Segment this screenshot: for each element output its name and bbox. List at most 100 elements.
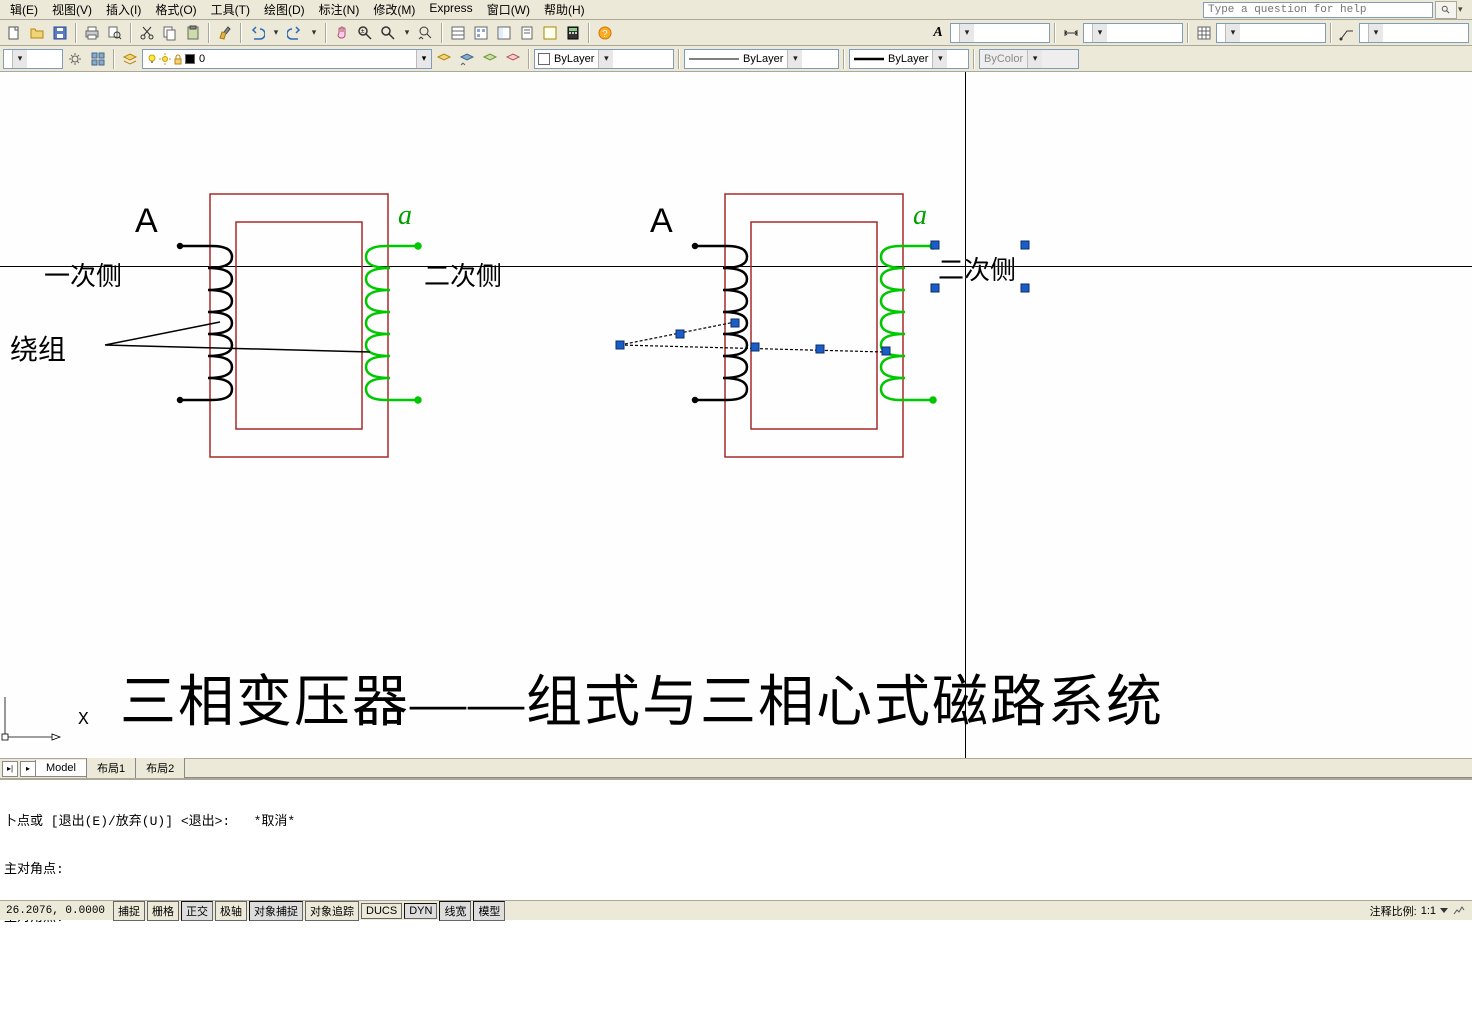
calculator-button[interactable] bbox=[562, 22, 584, 44]
markup-icon bbox=[542, 25, 558, 41]
dropdown-arrow-icon: ▾ bbox=[598, 50, 613, 68]
zoom-previous-button[interactable] bbox=[415, 22, 437, 44]
selection-grip[interactable] bbox=[816, 345, 825, 354]
redo-button[interactable] bbox=[284, 22, 306, 44]
search-dropdown-icon[interactable]: ▾ bbox=[1458, 4, 1470, 15]
text-style-combo[interactable]: ▾ bbox=[950, 23, 1050, 43]
undo-dropdown[interactable]: ▾ bbox=[269, 22, 283, 44]
layer-iso-button[interactable] bbox=[479, 48, 501, 70]
layer-states-button[interactable] bbox=[433, 48, 455, 70]
tab-layout1[interactable]: 布局1 bbox=[86, 758, 136, 779]
selection-grip[interactable] bbox=[931, 241, 940, 250]
cut-button[interactable] bbox=[136, 22, 158, 44]
toggle-dyn[interactable]: DYN bbox=[404, 903, 437, 919]
toolbar-separator bbox=[441, 23, 443, 43]
toggle-ducs[interactable]: DUCS bbox=[361, 903, 402, 919]
layer-previous-button[interactable] bbox=[456, 48, 478, 70]
workspace-combo[interactable]: ▾ bbox=[3, 49, 63, 69]
menu-format[interactable]: 格式(O) bbox=[149, 0, 202, 20]
selection-grip[interactable] bbox=[931, 284, 940, 293]
tool-palettes-button[interactable] bbox=[493, 22, 515, 44]
zoom-window-button[interactable] bbox=[377, 22, 399, 44]
toggle-ortho[interactable]: 正交 bbox=[181, 901, 213, 921]
menu-tools[interactable]: 工具(T) bbox=[205, 0, 256, 20]
tab-nav-first[interactable]: ▸| bbox=[2, 761, 18, 777]
ucs-icon bbox=[0, 692, 90, 742]
menu-edit[interactable]: 辑(E) bbox=[4, 0, 44, 20]
menu-modify[interactable]: 修改(M) bbox=[367, 0, 421, 20]
save-button[interactable] bbox=[49, 22, 71, 44]
new-button[interactable] bbox=[3, 22, 25, 44]
plot-button[interactable] bbox=[81, 22, 103, 44]
selection-grip[interactable] bbox=[1021, 284, 1030, 293]
redo-dropdown[interactable]: ▾ bbox=[307, 22, 321, 44]
layer-properties-button[interactable] bbox=[119, 48, 141, 70]
match-properties-button[interactable] bbox=[214, 22, 236, 44]
color-combo[interactable]: ByLayer ▾ bbox=[534, 49, 674, 69]
pan-button[interactable] bbox=[331, 22, 353, 44]
multileader-style-button[interactable] bbox=[1336, 22, 1358, 44]
lightbulb-icon bbox=[146, 53, 158, 65]
lineweight-combo[interactable]: ByLayer ▾ bbox=[849, 49, 969, 69]
toggle-grid[interactable]: 栅格 bbox=[147, 901, 179, 921]
magnifier-icon bbox=[1441, 5, 1451, 15]
design-center-icon bbox=[473, 25, 489, 41]
design-center-button[interactable] bbox=[470, 22, 492, 44]
multileader-style-combo[interactable]: ▾ bbox=[1359, 23, 1469, 43]
chevron-down-icon[interactable] bbox=[1440, 908, 1448, 913]
menu-express[interactable]: Express bbox=[423, 0, 478, 20]
toggle-polar[interactable]: 极轴 bbox=[215, 901, 247, 921]
command-window[interactable]: 卜点或 [退出(E)/放弃(U)] <退出>: *取消* 主对角点: 主对角点: bbox=[0, 778, 1472, 900]
selection-grip[interactable] bbox=[1021, 241, 1030, 250]
layer-match-button[interactable] bbox=[502, 48, 524, 70]
annotation-scale-value[interactable]: 1:1 bbox=[1421, 905, 1436, 917]
annotation-visibility-icon[interactable] bbox=[1452, 904, 1466, 918]
help-toolbar-button[interactable]: ? bbox=[594, 22, 616, 44]
properties-button[interactable] bbox=[447, 22, 469, 44]
selection-grip[interactable] bbox=[731, 319, 740, 328]
tab-layout2[interactable]: 布局2 bbox=[135, 758, 185, 779]
menu-window[interactable]: 窗口(W) bbox=[481, 0, 536, 20]
table-style-combo[interactable]: ▾ bbox=[1216, 23, 1326, 43]
menu-insert[interactable]: 插入(I) bbox=[100, 0, 147, 20]
plotstyle-combo[interactable]: ByColor ▾ bbox=[979, 49, 1079, 69]
sheet-set-button[interactable] bbox=[516, 22, 538, 44]
search-button[interactable] bbox=[1435, 1, 1457, 19]
toggle-snap[interactable]: 捕捉 bbox=[113, 901, 145, 921]
help-search-input[interactable] bbox=[1203, 2, 1433, 18]
menu-draw[interactable]: 绘图(D) bbox=[258, 0, 311, 20]
drawing-area[interactable]: X A a 一次侧 二次侧 绕组 bbox=[0, 72, 1472, 758]
toggle-osnap[interactable]: 对象捕捉 bbox=[249, 901, 303, 921]
tab-nav-prev[interactable]: ▸ bbox=[20, 761, 36, 777]
text-style-button[interactable]: A bbox=[927, 22, 949, 44]
toggle-lwt[interactable]: 线宽 bbox=[439, 901, 471, 921]
annotation-scale-label: 注释比例: bbox=[1370, 903, 1417, 919]
layer-combo[interactable]: 0 ▾ bbox=[142, 49, 432, 69]
new-file-icon bbox=[6, 25, 22, 41]
workspace-toolbar-button[interactable] bbox=[87, 48, 109, 70]
tab-model[interactable]: Model bbox=[35, 760, 87, 777]
markup-button[interactable] bbox=[539, 22, 561, 44]
selection-grip[interactable] bbox=[616, 341, 625, 350]
table-style-button[interactable] bbox=[1193, 22, 1215, 44]
toggle-model[interactable]: 模型 bbox=[473, 901, 505, 921]
zoom-realtime-button[interactable]: ± bbox=[354, 22, 376, 44]
workspace-settings-button[interactable] bbox=[64, 48, 86, 70]
menu-view[interactable]: 视图(V) bbox=[46, 0, 98, 20]
dim-style-combo[interactable]: ▾ bbox=[1083, 23, 1183, 43]
paste-button[interactable] bbox=[182, 22, 204, 44]
printer-icon bbox=[84, 25, 100, 41]
copy-button[interactable] bbox=[159, 22, 181, 44]
selection-grip[interactable] bbox=[882, 347, 891, 356]
preview-button[interactable] bbox=[104, 22, 126, 44]
toggle-otrack[interactable]: 对象追踪 bbox=[305, 901, 359, 921]
menu-help[interactable]: 帮助(H) bbox=[538, 0, 591, 20]
open-button[interactable] bbox=[26, 22, 48, 44]
linetype-combo[interactable]: ByLayer ▾ bbox=[684, 49, 839, 69]
zoom-dropdown[interactable]: ▾ bbox=[400, 22, 414, 44]
selection-grip[interactable] bbox=[676, 330, 685, 339]
undo-button[interactable] bbox=[246, 22, 268, 44]
menu-dimension[interactable]: 标注(N) bbox=[313, 0, 366, 20]
dim-style-button[interactable] bbox=[1060, 22, 1082, 44]
selection-grip[interactable] bbox=[751, 343, 760, 352]
